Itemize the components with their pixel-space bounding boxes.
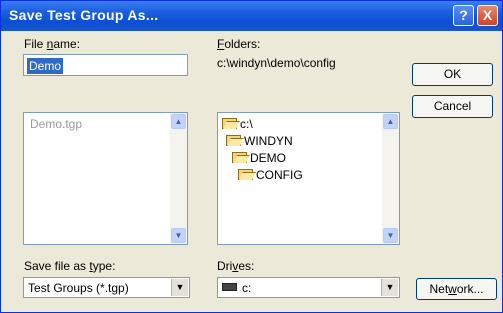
save-test-group-dialog: Save Test Group As... ? X File name: Dem… — [0, 0, 503, 313]
drives-select[interactable]: c: ▼ — [217, 277, 400, 298]
network-button[interactable]: Network... — [416, 278, 497, 300]
ok-button[interactable]: OK — [412, 63, 493, 86]
file-name-label: File name: — [24, 37, 81, 51]
chevron-down-icon[interactable]: ▼ — [381, 279, 398, 296]
scroll-down-icon[interactable]: ▼ — [171, 228, 186, 243]
drive-icon — [222, 283, 237, 291]
chevron-down-icon[interactable]: ▼ — [171, 279, 188, 296]
folder-open-icon — [232, 152, 247, 163]
scroll-up-icon[interactable]: ▲ — [171, 114, 186, 129]
file-list[interactable]: Demo.tgp ▲ ▼ — [23, 112, 188, 245]
scroll-up-icon[interactable]: ▲ — [383, 114, 398, 129]
help-button[interactable]: ? — [453, 5, 474, 26]
title-bar: Save Test Group As... ? X — [1, 1, 502, 31]
folder-open-icon — [238, 169, 253, 180]
folder-item[interactable]: c:\ — [222, 116, 253, 132]
scroll-down-icon[interactable]: ▼ — [383, 228, 398, 243]
list-item[interactable]: Demo.tgp — [30, 117, 82, 131]
folder-item[interactable]: DEMO — [232, 150, 286, 166]
folder-open-icon — [222, 118, 237, 129]
folders-label: Folders: — [217, 37, 261, 51]
file-name-value: Demo — [27, 58, 64, 74]
folder-item[interactable]: CONFIG — [238, 167, 303, 183]
folder-open-icon — [226, 135, 241, 146]
close-icon: X — [482, 7, 493, 23]
file-list-scrollbar[interactable]: ▲ ▼ — [170, 113, 187, 244]
save-type-label: Save file as type: — [24, 259, 116, 273]
drives-value: c: — [222, 281, 251, 295]
folder-tree[interactable]: c:\ WINDYN DEMO CONFIG ▲ ▼ — [217, 112, 400, 245]
window-title: Save Test Group As... — [9, 7, 159, 23]
folder-item[interactable]: WINDYN — [226, 133, 293, 149]
current-folder-path: c:\windyn\demo\config — [217, 56, 336, 70]
question-mark-icon: ? — [459, 7, 468, 23]
save-type-value: Test Groups (*.tgp) — [28, 281, 129, 295]
close-button[interactable]: X — [477, 5, 498, 26]
file-name-input[interactable]: Demo — [23, 54, 188, 76]
folder-tree-scrollbar[interactable]: ▲ ▼ — [382, 113, 399, 244]
drives-label: Drives: — [217, 259, 255, 273]
save-type-select[interactable]: Test Groups (*.tgp) ▼ — [23, 277, 190, 298]
cancel-button[interactable]: Cancel — [412, 95, 493, 118]
